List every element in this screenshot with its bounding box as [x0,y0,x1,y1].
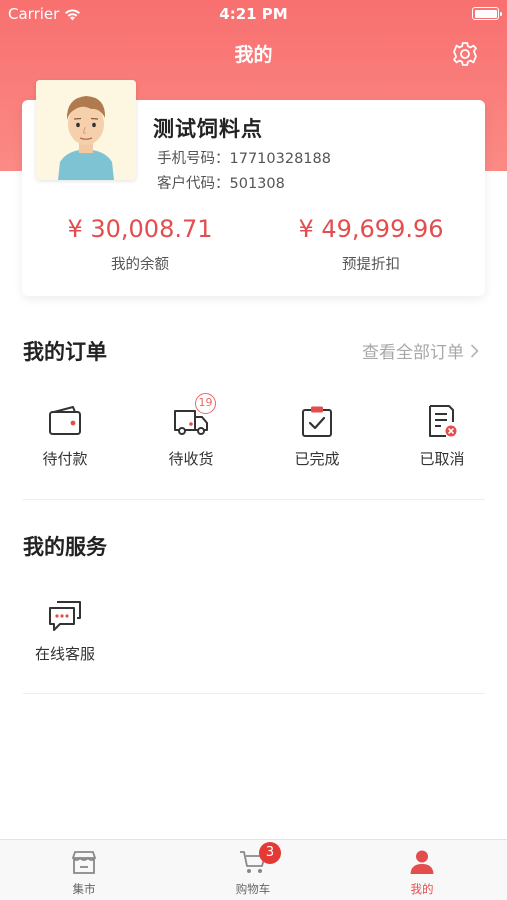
orders-divider [23,499,485,500]
service-online-support[interactable]: 在线客服 [20,598,110,664]
chevron-right-icon [470,343,479,358]
profile-screen: Carrier 4:21 PM 我的 测试饲料点 手机号码：1771032818… [0,0,507,900]
order-pending-receipt-label: 待收货 [168,450,214,468]
tab-profile-label: 我的 [410,882,434,896]
order-pending-payment-label: 待付款 [42,450,88,468]
market-icon [72,851,96,874]
wallet-icon [49,406,81,435]
discount-stat[interactable]: ¥ 49,699.96 预提折扣 [255,215,487,274]
gear-icon[interactable] [451,40,479,68]
view-all-orders-link[interactable]: 查看全部订单 [362,338,479,363]
services-divider [23,693,485,694]
cart-badge: 3 [259,842,281,864]
cancel-document-icon [429,405,457,437]
order-pending-receipt[interactable]: 19 待收货 [146,393,236,469]
view-all-orders-label: 查看全部订单 [362,343,464,363]
order-pending-payment[interactable]: 待付款 [20,403,110,469]
phone-line: 手机号码：17710328188 [157,147,331,168]
profile-icon [410,850,434,874]
discount-label: 预提折扣 [342,257,400,273]
tab-market-label: 集市 [72,882,96,896]
check-clipboard-icon [302,406,332,437]
order-cancelled-label: 已取消 [419,450,465,468]
shop-name: 测试饲料点 [153,117,263,141]
tab-cart[interactable]: 3 购物车 [193,842,313,897]
service-online-support-label: 在线客服 [34,645,95,663]
order-completed[interactable]: 已完成 [272,403,362,469]
balance-stat[interactable]: ¥ 30,008.71 我的余额 [24,215,256,274]
avatar-illustration [36,80,136,180]
tab-profile[interactable]: 我的 [362,848,482,897]
page-title: 我的 [234,44,273,66]
services-section-title: 我的服务 [23,535,107,559]
order-cancelled[interactable]: 已取消 [397,403,487,469]
customer-code: 501308 [229,176,285,192]
order-completed-label: 已完成 [294,450,340,468]
customer-code-label: 客户代码： [157,176,230,192]
discount-value: ¥ 49,699.96 [298,215,444,243]
phone-number: 17710328188 [229,151,331,167]
tab-cart-label: 购物车 [235,882,271,896]
avatar[interactable] [36,80,136,180]
customer-code-line: 客户代码：501308 [157,172,285,193]
tab-market[interactable]: 集市 [24,848,144,897]
balance-label: 我的余额 [111,257,169,273]
pending-receipt-badge: 19 [195,393,216,414]
battery-icon [472,7,502,20]
tab-bar: 集市 3 购物车 我的 [0,839,507,900]
phone-label: 手机号码： [157,151,230,167]
status-bar: Carrier 4:21 PM [0,0,507,28]
balance-value: ¥ 30,008.71 [67,215,213,243]
orders-section-title: 我的订单 [23,340,107,364]
status-time: 4:21 PM [219,5,288,23]
chat-icon [49,601,81,631]
